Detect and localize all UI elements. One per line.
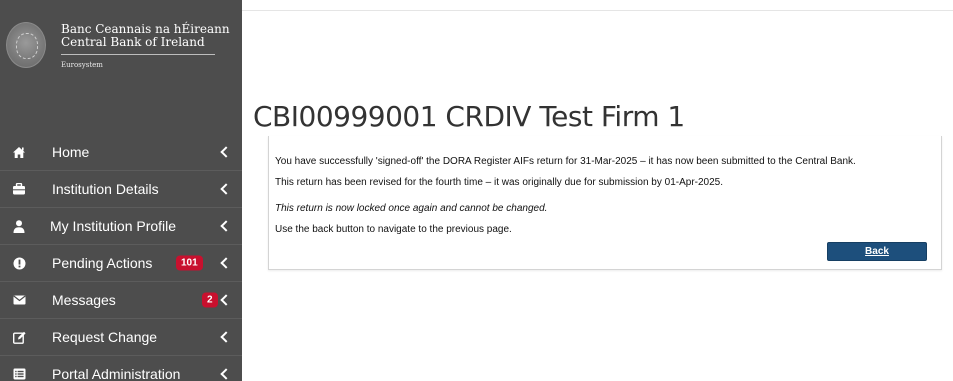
briefcase-icon <box>12 182 26 196</box>
logo-divider <box>61 54 215 55</box>
sidebar-item-label: Request Change <box>52 329 158 345</box>
page-title: CBI00999001 CRDIV Test Firm 1 <box>253 100 685 133</box>
pending-actions-count-badge: 101 <box>176 255 203 271</box>
sidebar-item-label: Pending Actions <box>52 255 153 271</box>
chevron-left-icon <box>220 220 232 232</box>
sign-off-success-message: You have successfully 'signed-off' the D… <box>275 156 856 167</box>
sidebar-item-portal-administration[interactable]: Portal Administration <box>0 356 242 381</box>
edit-icon <box>12 330 26 344</box>
chevron-left-icon <box>220 294 232 306</box>
exclamation-circle-icon <box>12 256 26 270</box>
sidebar-nav: Home Institution Details My Institution … <box>0 134 242 381</box>
list-icon <box>12 367 26 381</box>
back-button[interactable]: Back <box>827 242 927 261</box>
header-divider <box>242 10 953 11</box>
home-icon <box>12 145 26 159</box>
bank-logo[interactable]: Banc Ceannais na hÉireann Central Bank o… <box>0 0 242 100</box>
chevron-left-icon <box>220 331 232 343</box>
sidebar-item-institution-details[interactable]: Institution Details <box>0 171 242 208</box>
sidebar-item-my-institution-profile[interactable]: My Institution Profile <box>0 208 242 245</box>
sidebar-item-messages[interactable]: Messages 2 <box>0 282 242 319</box>
chevron-left-icon <box>220 368 232 380</box>
sidebar-item-label: Portal Administration <box>52 366 181 381</box>
sidebar-item-request-change[interactable]: Request Change <box>0 319 242 356</box>
sidebar-item-label: Institution Details <box>52 181 159 197</box>
sidebar-item-label: Messages <box>52 292 116 308</box>
chevron-left-icon <box>220 183 232 195</box>
envelope-icon <box>12 293 26 307</box>
chevron-left-icon <box>220 257 232 269</box>
locked-notice-message: This return is now locked once again and… <box>275 203 548 214</box>
harp-seal-icon <box>6 22 46 68</box>
eurosystem-label: Eurosystem <box>61 61 103 69</box>
chevron-left-icon <box>220 146 232 158</box>
bank-name-english: Central Bank of Ireland <box>61 35 205 49</box>
revision-info-message: This return has been revised for the fou… <box>275 177 723 188</box>
sidebar-item-label: My Institution Profile <box>50 218 177 234</box>
messages-count-badge: 2 <box>202 292 218 308</box>
user-icon <box>12 219 26 233</box>
sidebar: Banc Ceannais na hÉireann Central Bank o… <box>0 0 242 381</box>
sidebar-item-label: Home <box>52 144 90 160</box>
sidebar-item-pending-actions[interactable]: Pending Actions 101 <box>0 245 242 282</box>
sidebar-item-home[interactable]: Home <box>0 134 242 171</box>
back-instruction-message: Use the back button to navigate to the p… <box>275 224 512 235</box>
